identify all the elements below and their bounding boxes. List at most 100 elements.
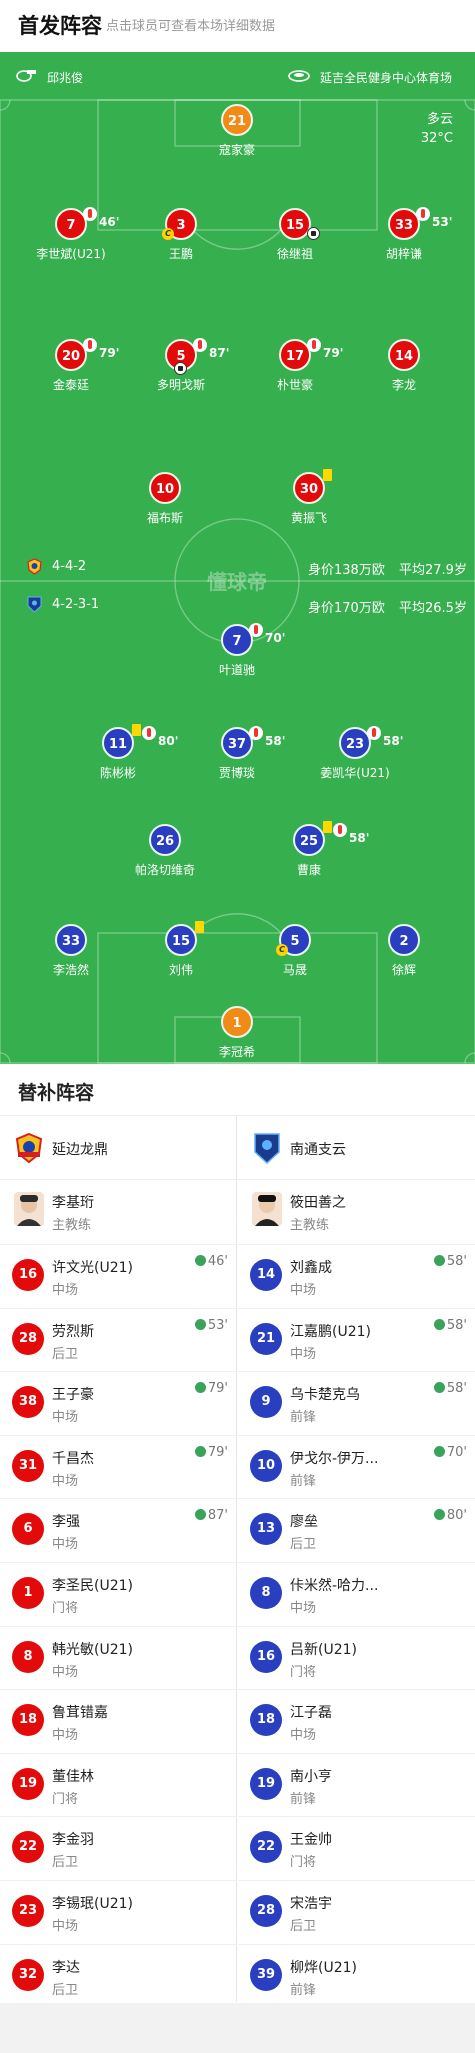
away-player[interactable]: 23 58' 姜凯华(U21) [295,726,415,781]
sub-row[interactable]: 22 王金帅 门将 [238,1816,475,1880]
home-team-header[interactable]: 延边龙鼎 [0,1116,236,1180]
pitch: 懂球帝 邱兆俊 延吉全民健身中心体育场 多云 32°C 4-4-2 身价138万… [0,52,475,1064]
sub-name: 南小亨 [290,1768,332,1785]
coach-avatar [14,1192,44,1226]
away-team-logo-icon [254,1133,280,1164]
sub-position: 中场 [290,1728,317,1744]
weather-condition: 多云 [426,112,453,127]
player-number: 37 [227,737,247,752]
substitution-out-icon [142,726,156,740]
sub-row[interactable]: 13 廖垒 后卫 80' [238,1498,475,1562]
away-player[interactable]: 1 李冠希 [177,1006,297,1060]
sub-row[interactable]: 22 李金羽 后卫 [0,1816,236,1880]
coach-role: 主教练 [290,1218,330,1233]
sub-number: 1 [12,1576,44,1609]
sub-name: 李锡珉(U21) [52,1895,133,1912]
away-player[interactable]: 5C 马晟 [235,924,355,978]
sub-row[interactable]: 31 千昌杰 中场 79' [0,1434,236,1499]
home-player[interactable]: 10 福布斯 [105,472,225,526]
sub-row[interactable]: 19 董佳林 门将 [0,1752,236,1817]
sub-position: 中场 [52,1918,79,1934]
home-player[interactable]: 21 寇家豪 [177,104,297,158]
away-player[interactable]: 37 58' 贾博琰 [177,726,297,781]
home-coach[interactable]: 李基珩 主教练 [0,1180,236,1244]
away-player[interactable]: 26 帕洛切维奇 [105,824,225,878]
sub-name: 王子豪 [52,1387,94,1404]
away-player[interactable]: 33 李浩然 [11,924,131,978]
captain-badge: C [276,944,288,956]
sub-row[interactable]: 19 南小亨 前锋 [238,1752,475,1817]
sub-name: 王金帅 [290,1832,332,1849]
sub-row[interactable]: 23 李锡珉(U21) 中场 [0,1879,236,1944]
sub-minute: 53' [432,215,453,229]
sub-row[interactable]: 16 许文光(U21) 中场 46' [0,1244,236,1308]
substitution-in-icon [194,1318,206,1330]
away-coach[interactable]: 筱田善之 主教练 [238,1180,475,1244]
player-number: 23 [345,737,365,752]
sub-position: 中场 [52,1537,79,1553]
away-player[interactable]: 7 70' 叶道驰 [177,623,297,678]
away-team-logo-icon [27,596,42,613]
away-team-value: 身价170万欧 [308,601,385,616]
sub-row[interactable]: 8 韩光敏(U21) 中场 [0,1625,236,1690]
sub-row[interactable]: 8 佧米然-哈力... 中场 [238,1561,475,1626]
sub-row[interactable]: 14 刘鑫成 中场 58' [238,1244,475,1308]
home-formation: 4-4-2 [52,559,87,574]
sub-row[interactable]: 18 鲁茸错嘉 中场 [0,1689,236,1753]
home-player[interactable]: 17 79' 朴世豪 [235,338,355,393]
sub-row[interactable]: 1 李圣民(U21) 门将 [0,1561,236,1626]
captain-badge: C [162,228,174,240]
sub-name: 许文光(U21) [52,1260,133,1276]
home-player[interactable]: 5 87' 多明戈斯 [121,338,241,393]
home-player[interactable]: 30 黄振飞 [249,469,369,526]
sub-number: 8 [250,1576,282,1609]
sub-row[interactable]: 32 李达 后卫 [0,1943,236,2008]
sub-position: 后卫 [290,1537,317,1553]
sub-in-minute: 79' [207,1444,228,1460]
sub-position: 门将 [52,1600,79,1616]
sub-row[interactable]: 39 柳烨(U21) 前锋 [238,1943,475,2008]
sub-number: 9 [250,1386,282,1419]
page-subtitle: 点击球员可查看本场详细数据 [106,19,276,34]
home-player[interactable]: 3C 王鹏 [121,208,241,262]
player-name: 李浩然 [52,963,89,977]
away-player[interactable]: 15 刘伟 [121,921,241,978]
sub-in-minute: 58' [446,1381,467,1397]
home-player[interactable]: 15 徐继祖 [235,208,355,262]
home-player[interactable]: 7 46' 李世斌(U21) [11,207,131,262]
player-name: 帕洛切维奇 [134,863,195,877]
home-player[interactable]: 20 79' 金泰廷 [11,338,131,393]
away-player[interactable]: 11 80' 陈彬彬 [58,724,178,781]
home-team-name: 延边龙鼎 [52,1142,108,1158]
away-team-name: 南通支云 [290,1142,346,1158]
player-name: 李龙 [391,378,416,392]
sub-row[interactable]: 16 吕新(U21) 门将 [238,1625,475,1690]
sub-row[interactable]: 28 宋浩宇 后卫 [238,1879,475,1944]
away-player[interactable]: 25 58' 曹康 [249,821,369,878]
player-name: 李世斌(U21) [36,247,106,261]
player-name: 福布斯 [146,511,183,525]
substitution-out-icon [83,338,97,352]
sub-row[interactable]: 28 劳烈斯 后卫 53' [0,1307,236,1372]
sub-number: 19 [12,1767,44,1800]
player-number: 1 [221,1006,253,1038]
player-name: 王鹏 [168,247,193,261]
home-player[interactable]: 33 53' 胡梓谦 [344,207,464,262]
sub-name: 韩光敏(U21) [52,1641,133,1658]
player-name: 黄振飞 [290,511,327,525]
sub-name: 董佳林 [52,1768,94,1785]
sub-row[interactable]: 6 李强 中场 87' [0,1498,236,1562]
sub-number: 22 [12,1831,44,1864]
sub-row[interactable]: 38 王子豪 中场 79' [0,1371,236,1435]
player-name: 金泰廷 [52,378,89,392]
sub-row[interactable]: 21 江嘉鹏(U21) 中场 58' [238,1307,475,1372]
player-number: 15 [171,934,191,949]
home-player[interactable]: 14 李龙 [344,339,464,393]
sub-row[interactable]: 10 伊戈尔-伊万... 前锋 70' [238,1434,475,1499]
sub-row[interactable]: 18 江子磊 中场 [238,1689,475,1753]
away-team-header[interactable]: 南通支云 [238,1116,475,1180]
away-player[interactable]: 2 徐辉 [344,924,464,978]
player-name: 叶道驰 [218,663,255,677]
sub-name: 千昌杰 [52,1450,94,1467]
sub-row[interactable]: 9 乌卡楚克乌 前锋 58' [238,1371,475,1435]
